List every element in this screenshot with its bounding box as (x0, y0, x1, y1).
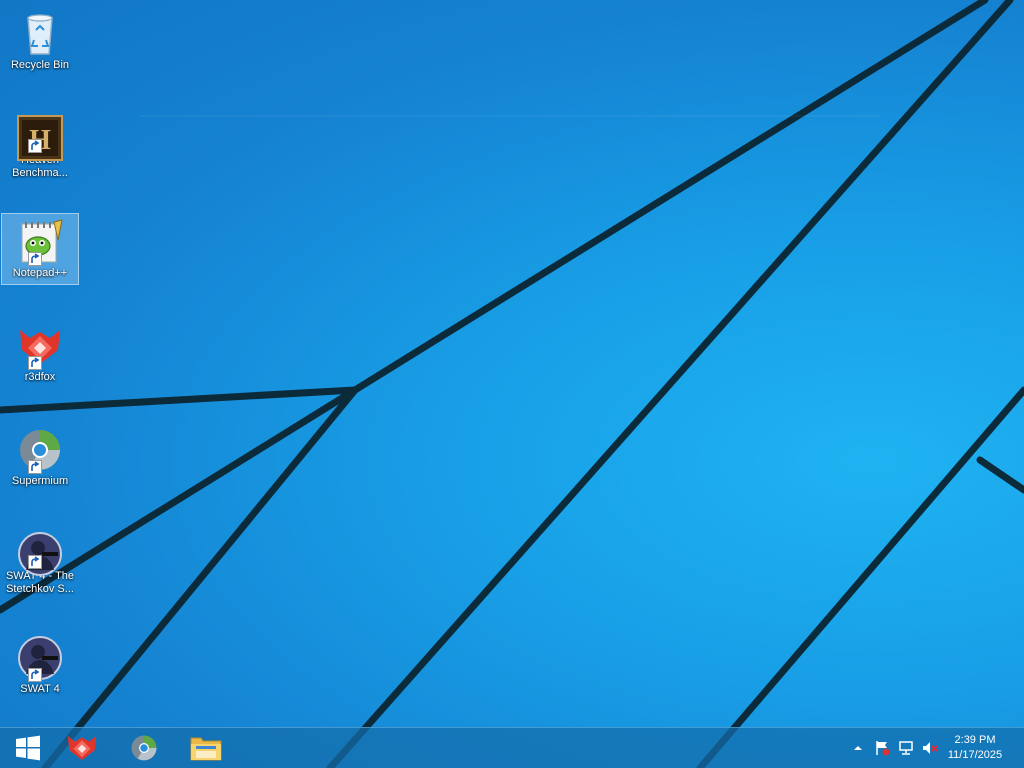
shortcut-arrow-icon (28, 668, 42, 682)
recycle-bin-icon (16, 10, 64, 58)
supermium-icon (131, 735, 157, 761)
chevron-up-icon (854, 746, 862, 750)
desktop-icon-label: r3dfox (24, 371, 56, 383)
start-button[interactable] (0, 728, 56, 768)
shortcut-arrow-icon (28, 252, 42, 266)
shortcut-arrow-icon (28, 139, 42, 153)
heaven-benchmark-icon: H (16, 114, 64, 161)
file-explorer-icon (190, 737, 222, 761)
r3dfox-icon (67, 735, 97, 761)
wallpaper-lines (0, 0, 1024, 768)
desktop-icon-label: Supermium (11, 475, 69, 487)
desktop-icon-label: SWAT 4 (20, 683, 60, 695)
taskbar: 2:39 PM 11/17/2025 (0, 727, 1024, 768)
network-icon (899, 741, 913, 755)
desktop-icon-swat4[interactable]: SWAT 4 (2, 630, 78, 700)
tray-network[interactable] (898, 740, 914, 756)
desktop-icon-r3dfox[interactable]: r3dfox (2, 318, 78, 388)
desktop-wallpaper (0, 0, 1024, 768)
supermium-icon (16, 426, 64, 474)
desktop-icon-heaven-benchmark[interactable]: H Heaven Benchma... (2, 110, 78, 180)
windows-logo-icon (16, 735, 40, 761)
desktop-icon-supermium[interactable]: Supermium (2, 422, 78, 492)
clock-time: 2:39 PM (954, 734, 996, 746)
swat4-icon (16, 634, 64, 682)
desktop-icon-recycle-bin[interactable]: Recycle Bin (2, 6, 78, 76)
taskbar-clock[interactable]: 2:39 PM 11/17/2025 (940, 733, 1010, 763)
shortcut-arrow-icon (28, 356, 42, 370)
swat4-icon (16, 530, 64, 576)
shortcut-arrow-icon (28, 460, 42, 474)
desktop-icon-label: Recycle Bin (10, 59, 70, 71)
desktop-icon-swat4-stetchkov[interactable]: SWAT 4 - The Stetchkov S... (2, 526, 78, 596)
volume-muted-icon (923, 742, 938, 754)
shortcut-arrow-icon (28, 555, 42, 569)
taskbar-pinned-r3dfox[interactable] (54, 728, 110, 768)
clock-date: 11/17/2025 (947, 749, 1003, 761)
desktop-icon-label: Notepad++ (12, 267, 68, 279)
desktop-icon-notepad-plus-plus[interactable]: Notepad++ (1, 213, 79, 285)
tray-action-center[interactable] (874, 740, 890, 756)
action-center-flag-icon (876, 741, 890, 756)
r3dfox-icon (16, 322, 64, 370)
tray-volume[interactable] (922, 740, 938, 756)
taskbar-pinned-supermium[interactable] (116, 728, 172, 768)
taskbar-pinned-file-explorer[interactable] (178, 728, 234, 768)
show-hidden-icons-button[interactable] (850, 740, 866, 756)
notepad-plus-plus-icon (16, 218, 64, 266)
